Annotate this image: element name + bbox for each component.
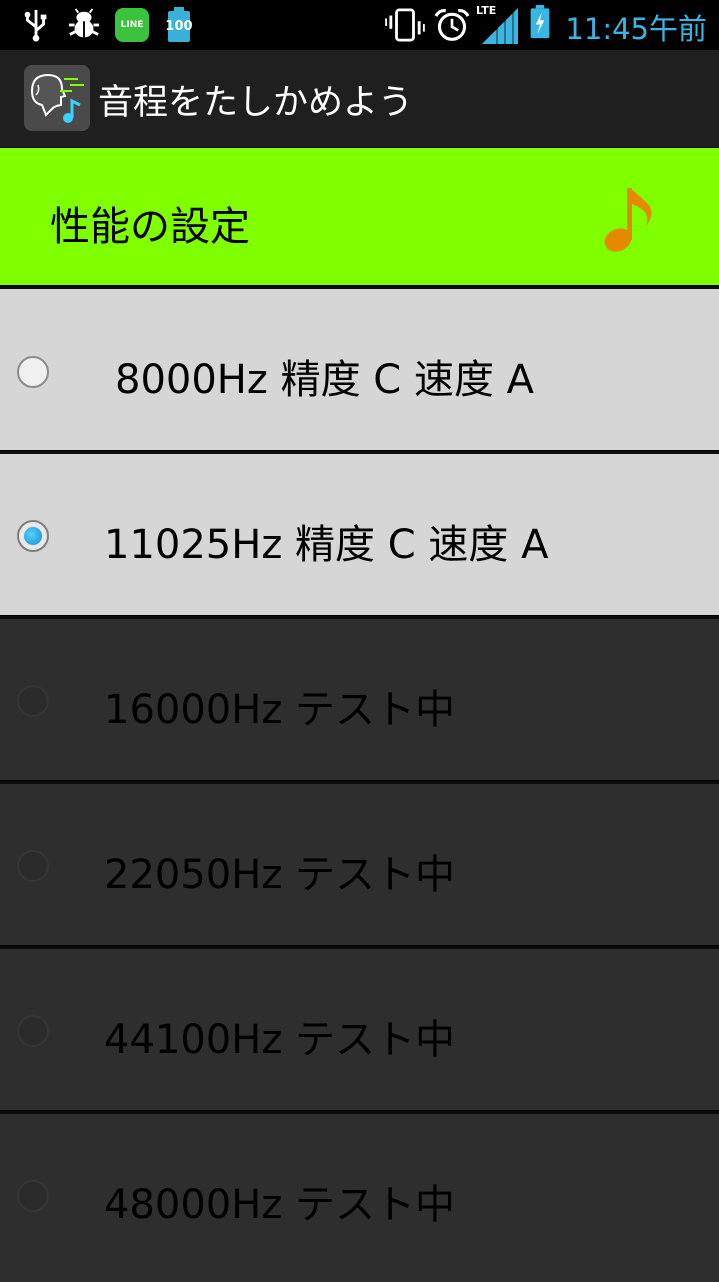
option-row-48000: 48000Hz テスト中 — [0, 1111, 719, 1282]
option-label: 48000Hz テスト中 — [104, 1182, 456, 1228]
alarm-icon — [434, 9, 470, 41]
bug-icon — [68, 8, 100, 38]
battery-level-label: 100 — [165, 19, 193, 34]
option-row-11025[interactable]: 11025Hz 精度 C 速度 A — [0, 451, 719, 615]
option-row-8000[interactable]: 8000Hz 精度 C 速度 A — [0, 286, 719, 450]
app-logo-icon — [24, 65, 90, 131]
lte-signal-icon: LTE — [474, 4, 522, 46]
option-label: 22050Hz テスト中 — [104, 852, 456, 898]
line-icon: LINE — [115, 8, 149, 42]
option-row-22050: 22050Hz テスト中 — [0, 781, 719, 945]
option-label: 11025Hz 精度 C 速度 A — [104, 522, 549, 568]
option-row-16000: 16000Hz テスト中 — [0, 616, 719, 780]
radio-button-checked[interactable] — [17, 520, 49, 552]
clock-time: 11:45午前 — [565, 12, 707, 46]
status-bar: LINE 100 LTE 11:45午前 — [0, 0, 719, 50]
option-row-44100: 44100Hz テスト中 — [0, 946, 719, 1110]
radio-button[interactable] — [17, 356, 49, 388]
option-label: 8000Hz 精度 C 速度 A — [115, 357, 535, 403]
header-title: 性能の設定 — [50, 204, 250, 250]
battery-charging-icon — [530, 5, 550, 39]
option-label: 16000Hz テスト中 — [104, 687, 456, 733]
app-bar: 音程をたしかめよう — [0, 50, 719, 149]
radio-button-disabled — [17, 685, 49, 717]
music-note-icon — [604, 188, 652, 252]
option-label: 44100Hz テスト中 — [104, 1017, 456, 1063]
usb-icon — [24, 9, 47, 42]
radio-button-disabled — [17, 1180, 49, 1212]
radio-button-disabled — [17, 1015, 49, 1047]
vibrate-icon — [385, 8, 425, 42]
app-title: 音程をたしかめよう — [98, 83, 414, 123]
radio-button-disabled — [17, 850, 49, 882]
battery-full-icon: 100 — [165, 7, 193, 43]
